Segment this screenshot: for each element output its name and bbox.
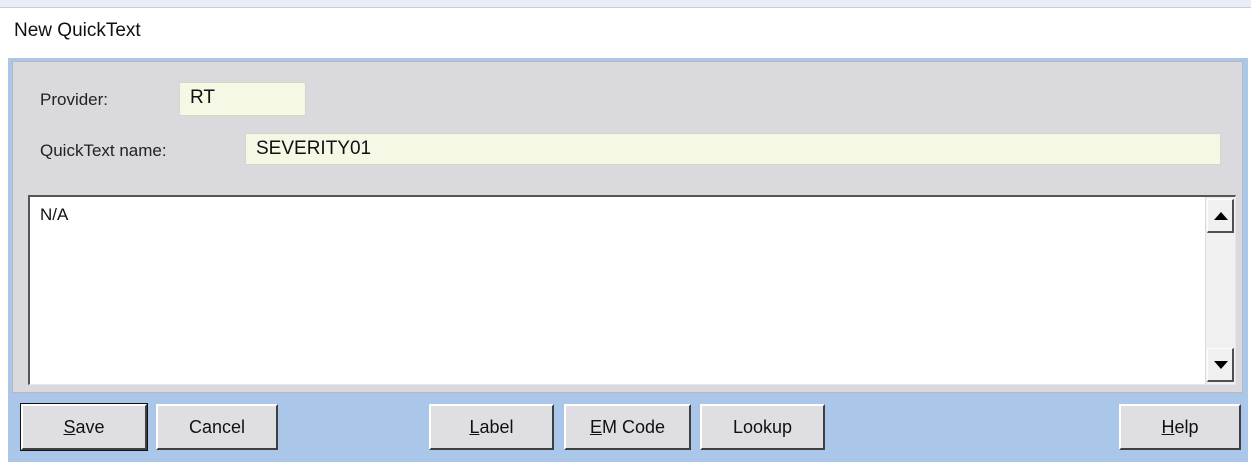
- help-label-rest: elp: [1174, 417, 1199, 437]
- title-bar[interactable]: New QuickText: [0, 8, 1251, 58]
- label-label-rest: abel: [479, 417, 514, 437]
- em-code-label-rest: M Code: [601, 417, 666, 437]
- quicktext-name-field[interactable]: SEVERITY01: [245, 133, 1221, 165]
- save-button[interactable]: Save: [20, 403, 148, 451]
- lookup-button[interactable]: Lookup: [700, 404, 825, 450]
- em-code-accel: E: [589, 417, 602, 437]
- label-button[interactable]: Label: [429, 404, 554, 450]
- cancel-label: Cancel: [188, 417, 246, 437]
- background-window-strip: [0, 0, 1251, 8]
- scroll-down-button[interactable]: [1207, 348, 1234, 382]
- new-quicktext-dialog: New QuickText Provider: RT QuickText nam…: [0, 0, 1251, 464]
- arrow-down-icon: [1214, 361, 1228, 369]
- save-accel: S: [63, 417, 76, 437]
- lookup-label: Lookup: [732, 417, 793, 437]
- help-accel: H: [1161, 417, 1175, 437]
- arrow-up-icon: [1214, 212, 1228, 220]
- quicktext-body-text: N/A: [40, 205, 69, 224]
- label-accel: L: [469, 417, 480, 437]
- provider-field[interactable]: RT: [179, 82, 306, 116]
- vertical-scrollbar[interactable]: [1205, 197, 1235, 384]
- quicktext-name-label: QuickText name:: [40, 141, 167, 160]
- provider-label: Provider:: [40, 90, 109, 109]
- em-code-button[interactable]: EM Code: [564, 404, 691, 450]
- quicktext-body-textarea[interactable]: N/A: [28, 195, 1236, 385]
- scroll-up-button[interactable]: [1207, 199, 1234, 233]
- button-bar: Save Cancel Label EM Code Lookup Help: [8, 396, 1248, 462]
- form-panel: Provider: RT QuickText name: SEVERITY01 …: [12, 61, 1243, 393]
- help-button[interactable]: Help: [1119, 404, 1241, 450]
- window-title: New QuickText: [14, 20, 141, 41]
- save-label-rest: ave: [75, 417, 105, 437]
- dialog-frame: Provider: RT QuickText name: SEVERITY01 …: [8, 58, 1248, 462]
- cancel-button[interactable]: Cancel: [156, 404, 278, 450]
